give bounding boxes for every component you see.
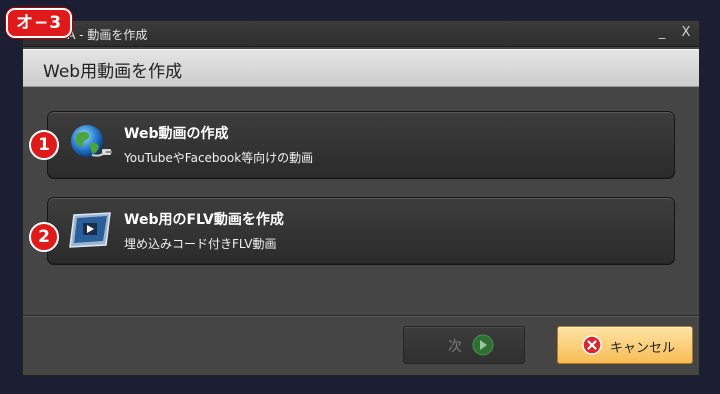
annotation-badge-o3: オ−3 bbox=[6, 8, 73, 38]
option-subtitle: 埋め込みコード付きFLV動画 bbox=[124, 237, 277, 251]
footer-separator bbox=[23, 315, 699, 317]
window-title: BA - 動画を作成 bbox=[59, 28, 148, 42]
next-button-label: 次 bbox=[448, 339, 462, 355]
dialog-window: BA - 動画を作成 _ X Web用動画を作成 Web動画の作成 YouTub… bbox=[22, 20, 700, 376]
title-bar: BA - 動画を作成 _ X bbox=[23, 21, 699, 47]
cancel-button-label: キャンセル bbox=[610, 341, 676, 356]
next-button[interactable]: 次 bbox=[403, 326, 525, 364]
option-title: Web用のFLV動画を作成 bbox=[124, 212, 284, 228]
cancel-x-icon bbox=[582, 335, 602, 355]
globe-icon bbox=[71, 125, 112, 157]
annotation-badge-2: 2 bbox=[29, 222, 59, 252]
option-title: Web動画の作成 bbox=[124, 126, 229, 142]
option-flv-video[interactable]: Web用のFLV動画を作成 埋め込みコード付きFLV動画 bbox=[47, 197, 675, 265]
option-subtitle: YouTubeやFacebook等向けの動画 bbox=[124, 151, 314, 165]
cancel-button[interactable]: キャンセル bbox=[557, 326, 693, 364]
annotation-badge-1: 1 bbox=[29, 130, 59, 160]
header-band: Web用動画を作成 bbox=[23, 49, 699, 87]
close-button[interactable]: X bbox=[677, 24, 695, 42]
video-screen-icon bbox=[69, 212, 111, 248]
option-web-video[interactable]: Web動画の作成 YouTubeやFacebook等向けの動画 bbox=[47, 111, 675, 179]
page-title: Web用動画を作成 bbox=[43, 62, 183, 82]
arrow-right-icon bbox=[472, 334, 494, 356]
minimize-button[interactable]: _ bbox=[653, 24, 671, 42]
